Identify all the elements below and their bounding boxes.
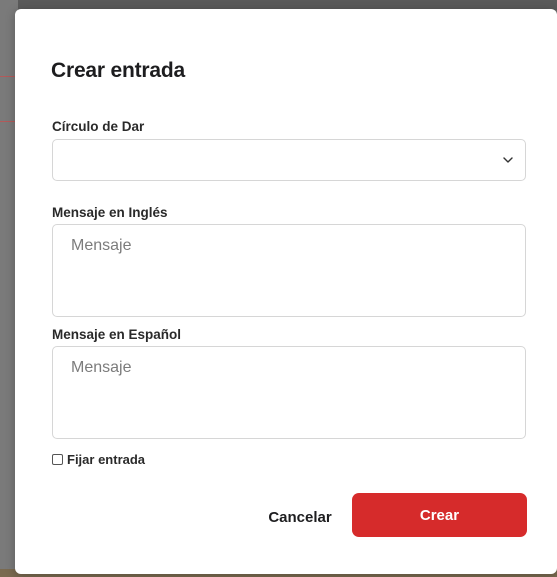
- pin-entry-label[interactable]: Fijar entrada: [67, 452, 145, 467]
- circle-field-label: Círculo de Dar: [52, 119, 145, 134]
- modal-title: Crear entrada: [51, 59, 185, 82]
- create-button[interactable]: Crear: [352, 493, 527, 537]
- cancel-button[interactable]: Cancelar: [252, 495, 348, 539]
- message-es-label: Mensaje en Español: [52, 327, 182, 342]
- message-es-placeholder: Mensaje: [71, 359, 132, 376]
- message-en-placeholder: Mensaje: [71, 237, 132, 254]
- pin-entry-checkbox[interactable]: [52, 453, 63, 465]
- circle-select[interactable]: [52, 139, 526, 181]
- message-en-label: Mensaje en Inglés: [52, 205, 168, 220]
- pin-entry-row: Fijar entrada: [52, 451, 145, 467]
- message-es-textarea[interactable]: Mensaje: [52, 346, 526, 439]
- message-en-textarea[interactable]: Mensaje: [52, 224, 526, 317]
- chevron-down-icon: [503, 157, 513, 163]
- create-entry-modal: Crear entrada Círculo de Dar Mensaje en …: [15, 9, 557, 574]
